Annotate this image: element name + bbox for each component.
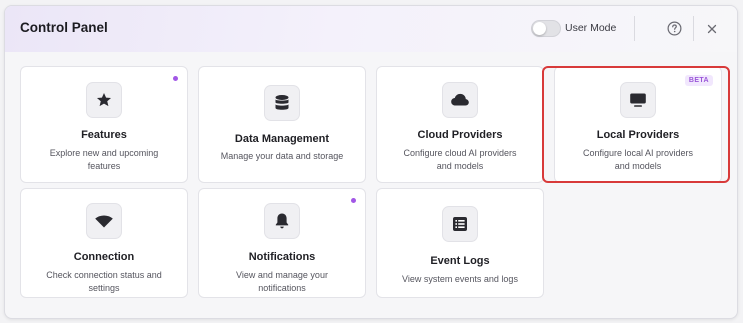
card-description: Manage your data and storage [220,151,344,161]
card-data-management[interactable]: Data Management Manage your data and sto… [198,66,366,183]
beta-badge: BETA [684,75,713,86]
header-divider [634,16,635,41]
card-local-providers[interactable]: BETA Local Providers Configure local AI … [554,66,722,183]
help-icon [667,21,682,36]
card-title: Connection [73,251,135,263]
card-connection[interactable]: Connection Check connection status and s… [20,188,188,298]
card-title: Local Providers [596,129,680,141]
page-title: Control Panel [20,20,108,35]
bell-icon [275,213,289,229]
card-icon-box [442,82,478,118]
card-description: Explore new and upcoming features [49,148,159,171]
card-cloud-providers[interactable]: Cloud Providers Configure cloud AI provi… [376,66,544,183]
card-description: View system events and logs [402,274,518,284]
database-icon [275,95,289,110]
card-description: View and manage your notifications [236,270,328,293]
star-icon [96,92,112,107]
card-icon-box [86,203,122,239]
card-icon-box [264,203,300,239]
close-icon [707,24,717,34]
help-button[interactable] [666,20,683,37]
wifi-icon [95,215,113,228]
card-description: Configure cloud AI providers and models [403,148,517,171]
panel-header: Control Panel User Mode [5,6,737,52]
control-panel-window: Control Panel User Mode Features Explore… [4,5,738,319]
card-event-logs[interactable]: Event Logs View system events and logs [376,188,544,298]
card-icon-box [620,82,656,118]
new-indicator-dot [173,76,178,81]
card-title: Data Management [234,133,330,145]
card-notifications[interactable]: Notifications View and manage your notif… [198,188,366,298]
monitor-icon [630,93,646,107]
list-icon [453,217,467,231]
toggle-knob [533,22,546,35]
card-icon-box [264,85,300,121]
close-button[interactable] [703,20,721,38]
user-mode-toggle[interactable] [531,20,561,37]
card-description: Configure local AI providers and models [582,148,694,171]
card-description: Check connection status and settings [46,270,162,293]
card-title: Notifications [248,251,316,263]
card-title: Cloud Providers [417,129,503,141]
card-features[interactable]: Features Explore new and upcoming featur… [20,66,188,183]
card-title: Event Logs [430,255,490,267]
user-mode-label: User Mode [565,22,617,34]
card-title: Features [81,129,127,141]
card-icon-box [442,206,478,242]
cloud-icon [451,93,469,106]
card-icon-box [86,82,122,118]
header-divider [693,16,694,41]
new-indicator-dot [351,198,356,203]
